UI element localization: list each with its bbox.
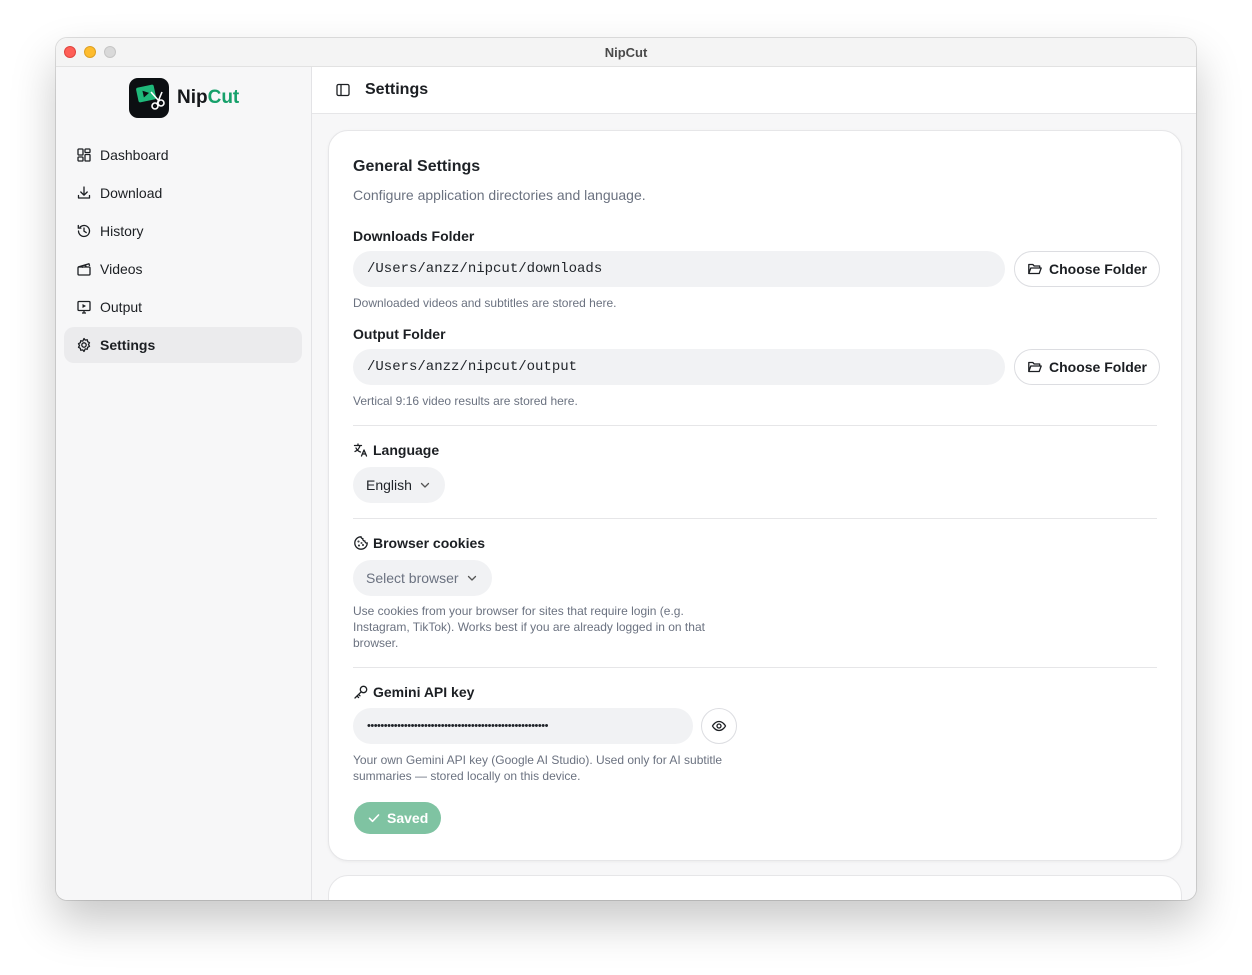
sidebar-item-settings[interactable]: Settings: [64, 327, 302, 363]
minimize-window-button[interactable]: [84, 46, 96, 58]
output-folder-input[interactable]: /Users/anzz/nipcut/output: [353, 349, 1005, 385]
sidebar-item-videos[interactable]: Videos: [64, 251, 302, 287]
title-bar: NipCut: [56, 38, 1196, 67]
saved-button[interactable]: Saved: [354, 802, 442, 834]
sidebar-item-download[interactable]: Download: [64, 175, 302, 211]
choose-downloads-folder-button[interactable]: Choose Folder: [1014, 251, 1161, 287]
download-icon: [77, 186, 91, 199]
toggle-sidebar-icon[interactable]: [335, 82, 351, 98]
sidebar-item-label: History: [100, 223, 144, 239]
help-line: Instagram, TikTok). Works best if you ar…: [353, 620, 705, 634]
page-title: Settings: [365, 81, 429, 98]
translate-icon: [353, 443, 368, 457]
sidebar-item-dashboard[interactable]: Dashboard: [64, 137, 302, 173]
sidebar-item-label: Settings: [100, 337, 156, 353]
browser-select[interactable]: Select browser: [353, 560, 492, 596]
dashboard-icon: [77, 148, 91, 162]
folder-open-icon: [1028, 263, 1042, 275]
cookie-icon: [354, 536, 368, 550]
folder-open-icon: [1028, 361, 1042, 373]
sidebar-item-label: Download: [100, 185, 163, 201]
videos-icon: [77, 263, 91, 276]
page-header: Settings: [312, 67, 1196, 114]
language-label-text: Language: [373, 442, 440, 458]
brand-name-accent: Cut: [207, 87, 240, 108]
divider: [353, 667, 1157, 668]
settings-icon: [77, 337, 91, 353]
chevron-down-icon: [420, 482, 430, 488]
sidebar-item-output[interactable]: Output: [64, 289, 302, 325]
app-logo-icon: [129, 78, 169, 118]
downloads-folder-label-text: Downloads Folder: [353, 228, 475, 244]
button-label: Choose Folder: [1049, 359, 1148, 375]
section-title: General Settings: [353, 158, 481, 175]
sidebar-item-history[interactable]: History: [64, 213, 302, 249]
output-folder-label-text: Output Folder: [353, 326, 446, 342]
help-line: Your own Gemini API key (Google AI Studi…: [353, 753, 723, 767]
gemini-api-key-help: Your own Gemini API key (Google AI Studi…: [353, 752, 722, 784]
key-icon: [354, 685, 368, 699]
eye-icon: [711, 720, 727, 732]
choose-output-folder-button[interactable]: Choose Folder: [1014, 349, 1161, 385]
divider: [353, 425, 1157, 426]
saved-button-label: Saved: [387, 810, 429, 826]
language-label: Language: [353, 442, 439, 458]
app-window: NipCut NipCut Dashboard Download History…: [56, 38, 1196, 900]
main-area: Settings General Settings Configure appl…: [312, 67, 1196, 900]
sidebar: NipCut Dashboard Download History Videos: [56, 67, 312, 900]
help-line: summaries — stored locally on this devic…: [353, 769, 581, 783]
brand: NipCut: [129, 78, 239, 118]
toggle-key-visibility-button[interactable]: [701, 708, 737, 744]
downloads-folder-label: Downloads Folder: [353, 228, 474, 244]
history-icon: [77, 224, 91, 238]
browser-cookies-label: Browser cookies: [353, 535, 485, 551]
output-folder-help: Vertical 9:16 video results are stored h…: [353, 394, 578, 408]
window-title: NipCut: [604, 44, 648, 60]
downloads-folder-help: Downloaded videos and subtitles are stor…: [353, 296, 617, 310]
window-controls: [64, 46, 116, 58]
gemini-api-key-input[interactable]: ••••••••••••••••••••••••••••••••••••••••…: [353, 708, 693, 744]
browser-cookies-label-text: Browser cookies: [373, 535, 486, 551]
sidebar-nav: Dashboard Download History Videos Output…: [64, 137, 302, 365]
browser-select-placeholder: Select browser: [366, 570, 459, 586]
brand-name: NipCut: [177, 87, 239, 109]
next-settings-card: [328, 875, 1182, 900]
help-line: Use cookies from your browser for sites …: [353, 604, 684, 618]
general-settings-card: General Settings Configure application d…: [328, 130, 1182, 861]
chevron-down-icon: [467, 575, 476, 581]
close-window-button[interactable]: [64, 46, 76, 58]
output-folder-label: Output Folder: [353, 326, 446, 342]
language-selected: English: [366, 477, 412, 493]
downloads-folder-input[interactable]: /Users/anzz/nipcut/downloads: [353, 251, 1005, 287]
divider: [353, 518, 1157, 519]
browser-cookies-help: Use cookies from your browser for sites …: [353, 603, 705, 651]
gemini-api-key-label-text: Gemini API key: [373, 684, 475, 700]
sidebar-item-label: Videos: [100, 261, 143, 277]
output-icon: [77, 300, 91, 314]
help-line: browser.: [353, 636, 399, 650]
gemini-api-key-label: Gemini API key: [353, 684, 474, 700]
sidebar-item-label: Dashboard: [100, 147, 169, 163]
check-icon: [368, 814, 380, 823]
button-label: Choose Folder: [1049, 261, 1148, 277]
zoom-window-button[interactable]: [104, 46, 116, 58]
language-select[interactable]: English: [353, 467, 445, 503]
section-description: Configure application directories and la…: [353, 187, 646, 203]
sidebar-item-label: Output: [100, 299, 143, 315]
brand-name-prefix: Nip: [177, 87, 208, 108]
